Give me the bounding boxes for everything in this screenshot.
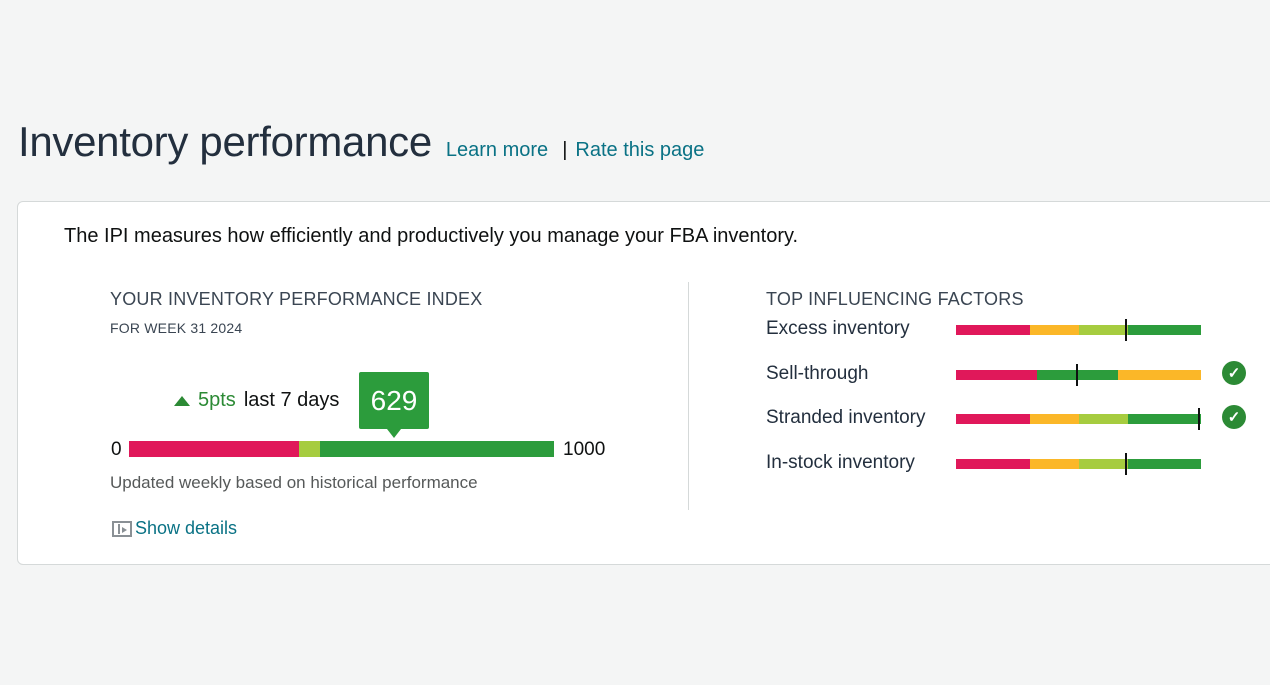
ipi-scale-max: 1000 [563,439,606,460]
factor-bar-segment [1029,459,1079,469]
factor-bar-segment [1127,414,1201,424]
factor-bar [956,364,1201,386]
factor-bar-segment [956,370,1037,380]
ipi-section-label: YOUR INVENTORY PERFORMANCE INDEX [110,289,483,309]
factor-bar-segment [1127,459,1201,469]
trend-up-icon [174,395,190,406]
factor-bar-segment [1127,325,1201,335]
factor-bar-segment [1029,414,1079,424]
factor-row: Stranded inventory ✓ [766,404,1246,434]
factor-row: In-stock inventory [766,449,1246,479]
factor-marker [1197,408,1200,430]
ipi-trend: 5pts last 7 days [174,389,339,412]
ipi-zone-segment [320,441,554,457]
factor-bar-segment [956,325,1030,335]
ipi-score-bar [129,441,554,457]
factor-row: Excess inventory [766,315,1246,345]
factor-bar-segment [956,459,1030,469]
ipi-update-note: Updated weekly based on historical perfo… [110,473,478,492]
checkmark-circle-icon: ✓ [1222,361,1246,385]
factor-bar-segment [1078,325,1128,335]
expand-panel-icon [112,520,132,537]
rate-page-link[interactable]: Rate this page [575,139,704,162]
factor-name: Stranded inventory [766,407,926,428]
factor-marker [1076,364,1079,386]
ipi-week-label: FOR WEEK 31 2024 [110,320,243,336]
factor-name: In-stock inventory [766,452,915,473]
factor-row: Sell-through ✓ [766,360,1246,390]
factor-name: Sell-through [766,363,869,384]
ipi-score-badge: 629 [359,372,429,438]
factor-name: Excess inventory [766,318,910,339]
factor-bar-segment [1078,414,1128,424]
section-divider [688,282,689,510]
factor-bar [956,453,1201,475]
page-title: Inventory performance [18,118,432,165]
ipi-zone-segment [129,441,299,457]
ipi-zone-segment [299,441,321,457]
show-details-button[interactable]: Show details [112,518,237,539]
ipi-card: The IPI measures how efficiently and pro… [17,201,1270,565]
factor-bar-segment [1117,370,1201,380]
factor-bar-segment [1078,459,1128,469]
ipi-scale-min: 0 [111,439,122,460]
factor-bar [956,408,1201,430]
factor-marker [1125,319,1128,341]
factor-bar-segment [956,414,1030,424]
trend-period: last 7 days [243,389,340,411]
factor-marker [1125,453,1128,475]
factors-section-label: TOP INFLUENCING FACTORS [766,289,1024,309]
factor-bar-segment [1029,325,1079,335]
learn-more-link[interactable]: Learn more [446,139,548,162]
link-separator: | [562,139,568,161]
show-details-label: Show details [135,518,238,538]
page-header: Inventory performance Learn more | Rate … [18,118,704,166]
ipi-description: The IPI measures how efficiently and pro… [64,225,799,247]
trend-points: 5pts [198,389,236,411]
factor-bar [956,319,1201,341]
checkmark-circle-icon: ✓ [1222,405,1246,429]
